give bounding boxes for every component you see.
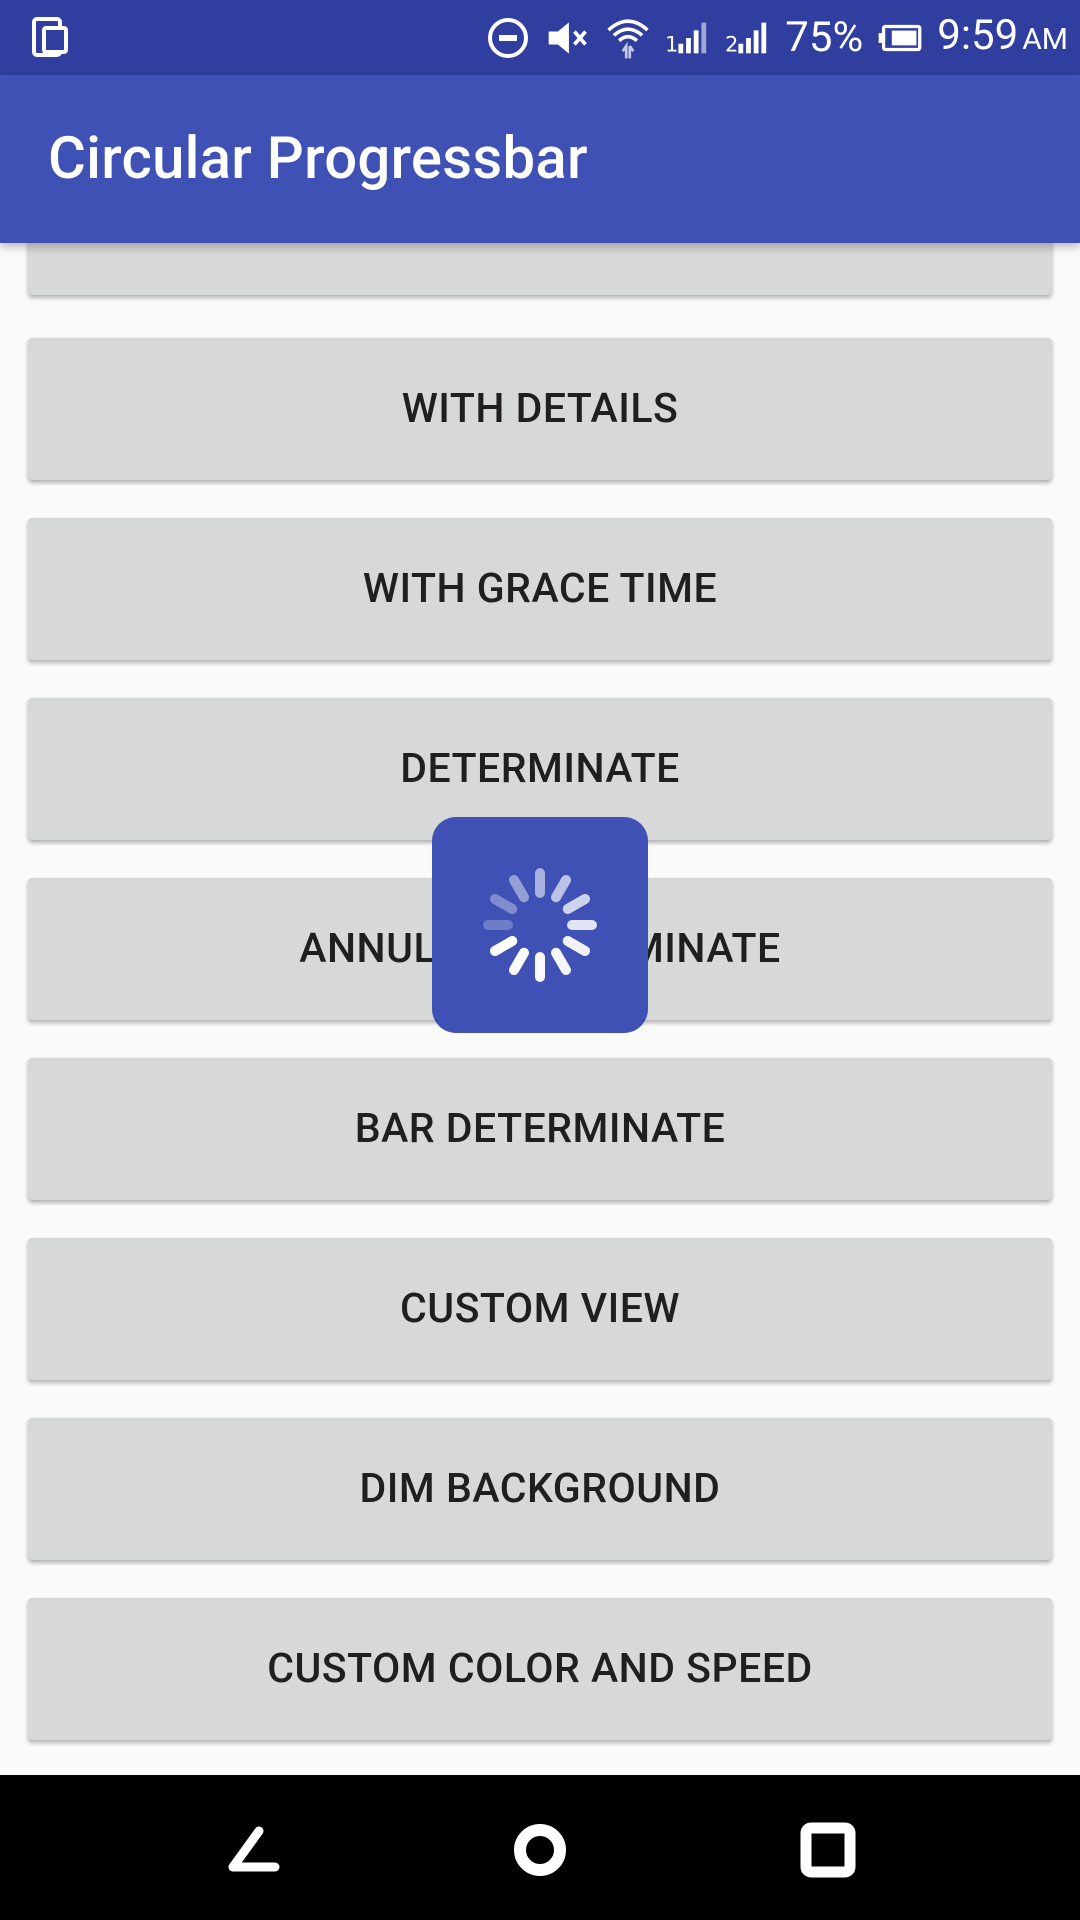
home-icon[interactable]: [495, 1805, 585, 1895]
spinner-icon: [483, 868, 597, 982]
signal-sim2-icon: 2: [725, 15, 771, 61]
bar-determinate-button[interactable]: BAR DETERMINATE: [28, 1058, 1052, 1200]
svg-text:2: 2: [725, 31, 738, 56]
page-title: Circular Progressbar: [48, 125, 588, 193]
wifi-icon: [605, 15, 651, 61]
custom-color-and-speed-button[interactable]: CUSTOM COLOR AND SPEED: [28, 1598, 1052, 1740]
progress-hud: [432, 817, 648, 1033]
svg-text:1: 1: [665, 31, 678, 56]
signal-sim1-icon: 1: [665, 15, 711, 61]
battery-percent: 75%: [785, 13, 864, 62]
with-grace-time-button[interactable]: WITH GRACE TIME: [28, 518, 1052, 660]
navigation-bar: [0, 1775, 1080, 1920]
app-bar: Circular Progressbar: [0, 75, 1080, 243]
mute-icon: [545, 15, 591, 61]
with-details-button[interactable]: WITH DETAILS: [28, 338, 1052, 480]
do-not-disturb-icon: [485, 15, 531, 61]
back-icon[interactable]: [208, 1805, 298, 1895]
custom-view-button[interactable]: CUSTOM VIEW: [28, 1238, 1052, 1380]
status-bar: 1 2 75% 9:59 AM: [0, 0, 1080, 75]
battery-icon: [877, 15, 923, 61]
recents-icon[interactable]: [783, 1805, 873, 1895]
device-icon: [30, 16, 72, 58]
dim-background-button[interactable]: DIM BACKGROUND: [28, 1418, 1052, 1560]
clock: 9:59 AM: [937, 11, 1068, 60]
with-label-and-cancellable-button[interactable]: WITH LABEL AND CANCELLABLE: [28, 243, 1052, 295]
